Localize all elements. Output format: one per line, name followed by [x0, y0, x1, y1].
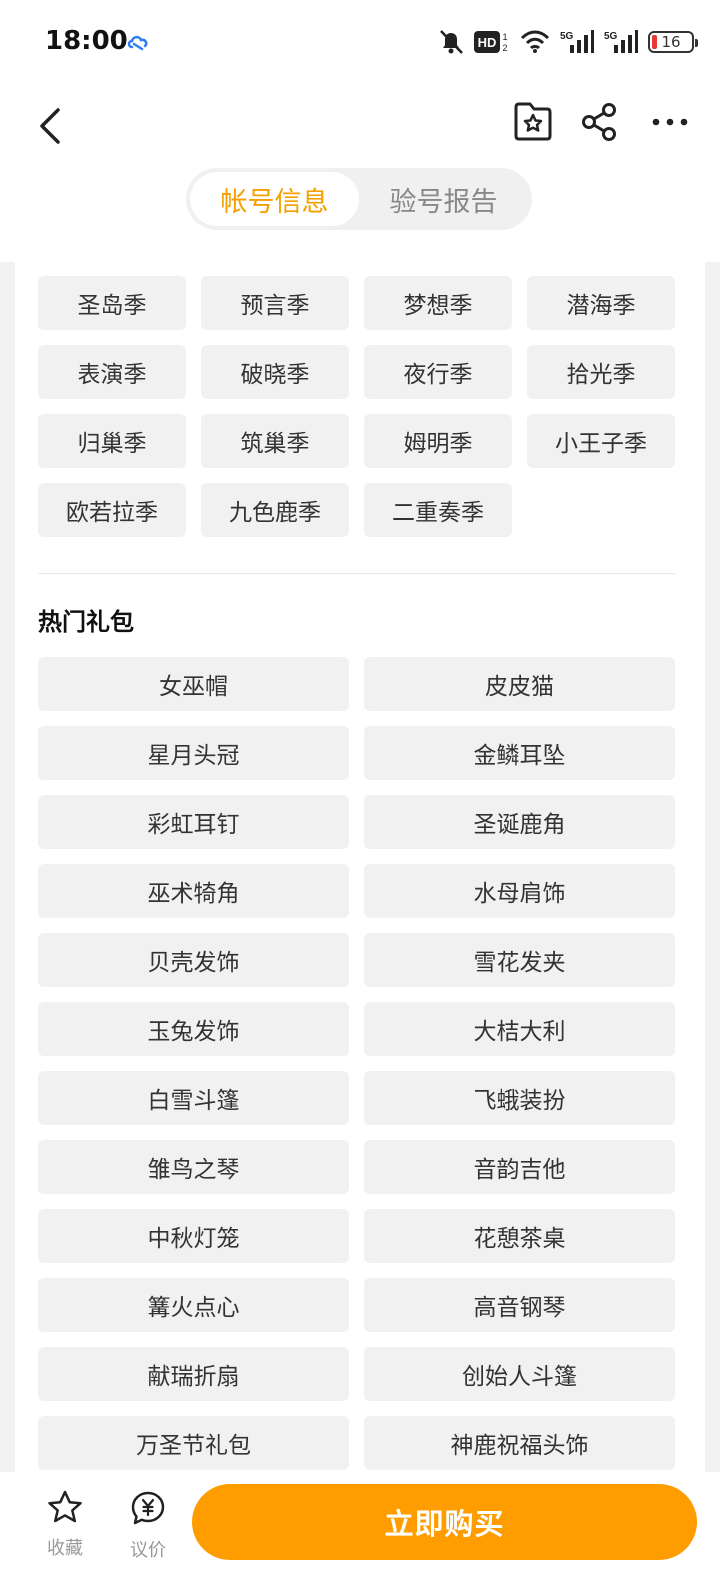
- star-icon: [48, 1490, 82, 1523]
- mute-icon: [440, 30, 463, 54]
- gift-chip: 巫术犄角: [38, 864, 349, 918]
- gift-chip: 女巫帽: [38, 657, 349, 711]
- gift-chip: 水母肩饰: [364, 864, 675, 918]
- season-chip: 九色鹿季: [201, 483, 349, 537]
- gift-chip: 皮皮猫: [364, 657, 675, 711]
- season-chip: 夜行季: [364, 345, 512, 399]
- svg-text:HD: HD: [478, 35, 497, 50]
- gift-chip: 圣诞鹿角: [364, 795, 675, 849]
- gift-chip: 音韵吉他: [364, 1140, 675, 1194]
- gift-chip: 雏鸟之琴: [38, 1140, 349, 1194]
- signal-5g-icon: 5G: [560, 30, 594, 53]
- season-grid: 圣岛季 预言季 梦想季 潜海季 表演季 破晓季 夜行季 拾光季 归巢季 筑巢季 …: [38, 276, 675, 537]
- season-chip: 筑巢季: [201, 414, 349, 468]
- season-chip: 表演季: [38, 345, 186, 399]
- nav-bar: 帐号信息 验号报告: [0, 84, 720, 262]
- back-icon[interactable]: [34, 104, 68, 148]
- season-chip: 圣岛季: [38, 276, 186, 330]
- section-divider: [38, 573, 675, 574]
- hot-gifts-title: 热门礼包: [38, 608, 134, 636]
- gift-chip: 玉兔发饰: [38, 1002, 349, 1056]
- season-chip: 二重奏季: [364, 483, 512, 537]
- tab-switcher: 帐号信息 验号报告: [186, 168, 532, 230]
- gift-chip: 星月头冠: [38, 726, 349, 780]
- favorite-box-icon[interactable]: [512, 100, 554, 142]
- status-bar: 18:00 HD 1 2 5G 5G 16: [0, 0, 720, 84]
- gift-chip: 篝火点心: [38, 1278, 349, 1332]
- season-chip: 姆明季: [364, 414, 512, 468]
- season-chip: 潜海季: [527, 276, 675, 330]
- svg-text:5G: 5G: [560, 31, 574, 42]
- svg-text:1: 1: [502, 32, 507, 42]
- gift-chip: 飞蛾装扮: [364, 1071, 675, 1125]
- season-chip: 拾光季: [527, 345, 675, 399]
- account-detail-card: 圣岛季 预言季 梦想季 潜海季 表演季 破晓季 夜行季 拾光季 归巢季 筑巢季 …: [15, 262, 705, 1472]
- favorite-label: 收藏: [47, 1538, 83, 1559]
- gift-chip: 神鹿祝福头饰: [364, 1416, 675, 1470]
- gift-grid: 女巫帽 皮皮猫 星月头冠 金鳞耳坠 彩虹耳钉 圣诞鹿角 巫术犄角 水母肩饰 贝壳…: [38, 657, 675, 1470]
- cloud-icon: [127, 35, 148, 51]
- battery-level: 16: [661, 33, 681, 51]
- wifi-icon: [520, 30, 550, 53]
- hd-icon: HD 1 2: [474, 31, 508, 53]
- battery-icon: 16: [648, 31, 698, 53]
- gift-chip: 万圣节礼包: [38, 1416, 349, 1470]
- status-icons: HD 1 2 5G 5G 16: [438, 26, 698, 58]
- bargain-button[interactable]: 议价: [118, 1490, 178, 1562]
- buy-now-button[interactable]: 立即购买: [192, 1484, 697, 1560]
- gift-chip: 彩虹耳钉: [38, 795, 349, 849]
- yen-chat-icon: [131, 1491, 165, 1525]
- tab-inspection-report[interactable]: 验号报告: [359, 172, 528, 226]
- gift-chip: 雪花发夹: [364, 933, 675, 987]
- bargain-label: 议价: [130, 1540, 166, 1561]
- svg-text:2: 2: [502, 43, 507, 53]
- favorite-button[interactable]: 收藏: [35, 1490, 95, 1560]
- season-chip: 归巢季: [38, 414, 186, 468]
- season-chip: 小王子季: [527, 414, 675, 468]
- gift-chip: 高音钢琴: [364, 1278, 675, 1332]
- gift-chip: 花憩茶桌: [364, 1209, 675, 1263]
- gift-chip: 白雪斗篷: [38, 1071, 349, 1125]
- more-icon[interactable]: [650, 110, 690, 134]
- tab-account-info[interactable]: 帐号信息: [190, 172, 359, 226]
- bottom-action-bar: 收藏 议价 立即购买: [0, 1472, 720, 1584]
- season-chip: 预言季: [201, 276, 349, 330]
- season-chip: 破晓季: [201, 345, 349, 399]
- share-icon[interactable]: [580, 102, 618, 142]
- gift-chip: 金鳞耳坠: [364, 726, 675, 780]
- gift-chip: 贝壳发饰: [38, 933, 349, 987]
- season-chip: 欧若拉季: [38, 483, 186, 537]
- gift-chip: 中秋灯笼: [38, 1209, 349, 1263]
- gift-chip: 创始人斗篷: [364, 1347, 675, 1401]
- status-time: 18:00: [45, 26, 128, 56]
- gift-chip: 大桔大利: [364, 1002, 675, 1056]
- gift-chip: 献瑞折扇: [38, 1347, 349, 1401]
- season-chip: 梦想季: [364, 276, 512, 330]
- signal-5g-icon: 5G: [604, 30, 638, 53]
- svg-text:5G: 5G: [604, 31, 618, 42]
